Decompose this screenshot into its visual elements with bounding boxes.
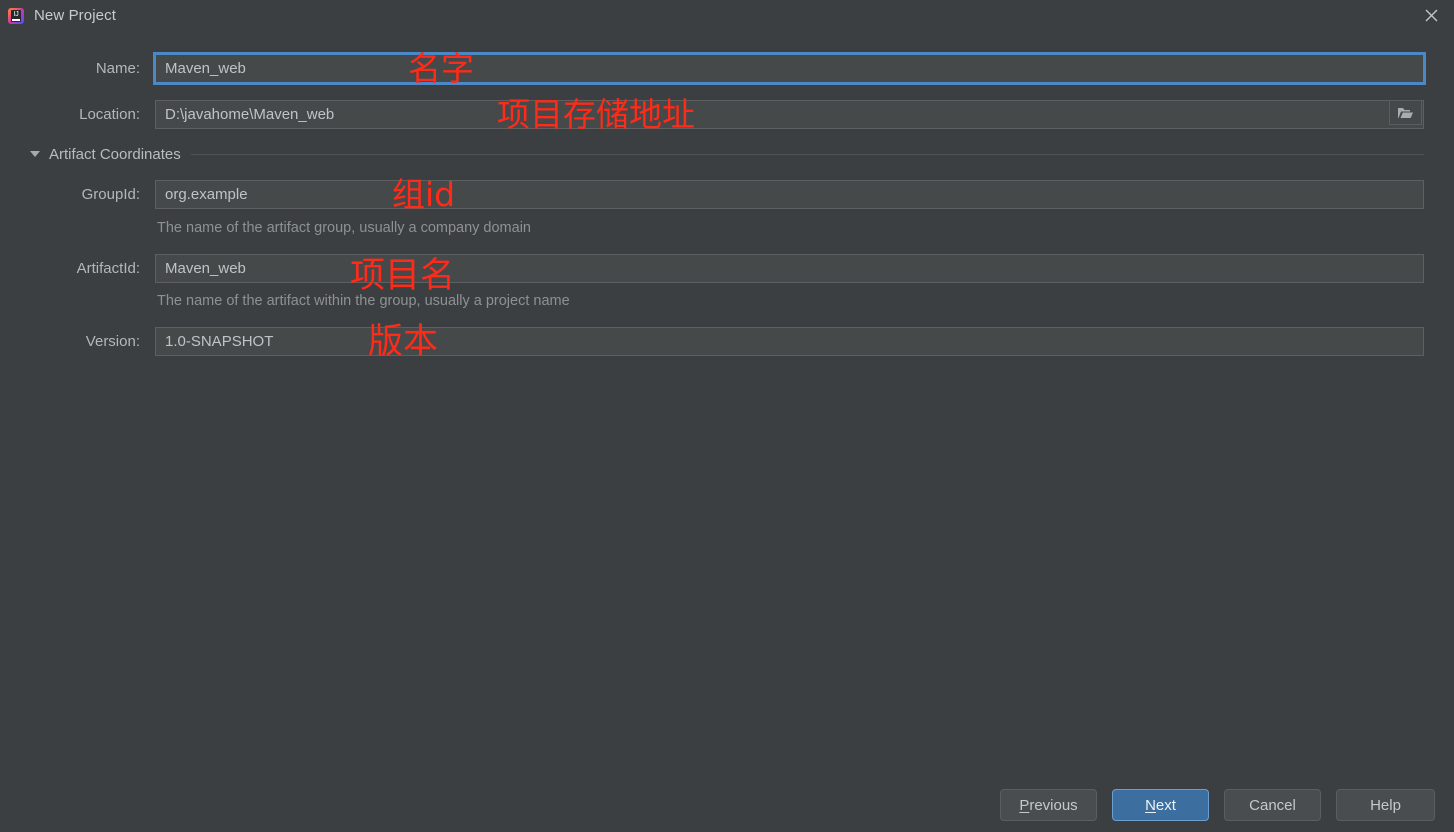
artifact-id-label: ArtifactId: [76, 260, 140, 277]
next-button[interactable]: Next [1112, 789, 1209, 821]
name-row: Name: Maven_web [0, 52, 1454, 85]
triangle-down-icon[interactable] [30, 151, 40, 157]
location-row: Location: D:\javahome\Maven_web [0, 100, 1454, 129]
new-project-dialog: IJ New Project Name: Maven_web Location:… [0, 0, 1454, 832]
location-input[interactable]: D:\javahome\Maven_web [155, 100, 1424, 129]
version-row: Version: 1.0-SNAPSHOT [0, 327, 1454, 356]
next-mnemonic: N [1145, 796, 1156, 814]
artifact-id-row: ArtifactId: Maven_web [0, 254, 1454, 283]
folder-open-icon[interactable] [1389, 100, 1422, 125]
previous-button[interactable]: Previous [1000, 789, 1097, 821]
artifact-id-input[interactable]: Maven_web [155, 254, 1424, 283]
previous-button-label: Previous [1019, 797, 1077, 814]
help-button[interactable]: Help [1336, 789, 1435, 821]
artifact-coordinates-section-header[interactable]: Artifact Coordinates [0, 144, 1454, 164]
artifact-id-hint: The name of the artifact within the grou… [157, 293, 570, 309]
window-title: New Project [34, 7, 116, 24]
title-bar: IJ New Project [0, 0, 1454, 31]
section-divider [190, 153, 1424, 155]
version-input[interactable]: 1.0-SNAPSHOT [155, 327, 1424, 356]
group-id-row: GroupId: org.example [0, 180, 1454, 209]
intellij-idea-icon: IJ [6, 6, 26, 26]
group-id-label: GroupId: [81, 186, 140, 203]
cancel-button[interactable]: Cancel [1224, 789, 1321, 821]
name-input[interactable]: Maven_web [153, 52, 1426, 85]
name-label: Name: [95, 60, 140, 77]
version-label: Version: [85, 333, 140, 350]
next-button-label: Next [1145, 797, 1176, 814]
artifact-coordinates-label: Artifact Coordinates [49, 145, 181, 163]
previous-mnemonic: P [1019, 796, 1030, 814]
group-id-input[interactable]: org.example [155, 180, 1424, 209]
group-id-hint: The name of the artifact group, usually … [157, 220, 531, 236]
dialog-button-bar: Previous Next Cancel Help [0, 789, 1454, 832]
previous-rest: revious [1029, 796, 1078, 814]
close-icon[interactable] [1408, 0, 1454, 31]
next-rest: ext [1155, 796, 1176, 814]
location-label: Location: [79, 106, 140, 123]
